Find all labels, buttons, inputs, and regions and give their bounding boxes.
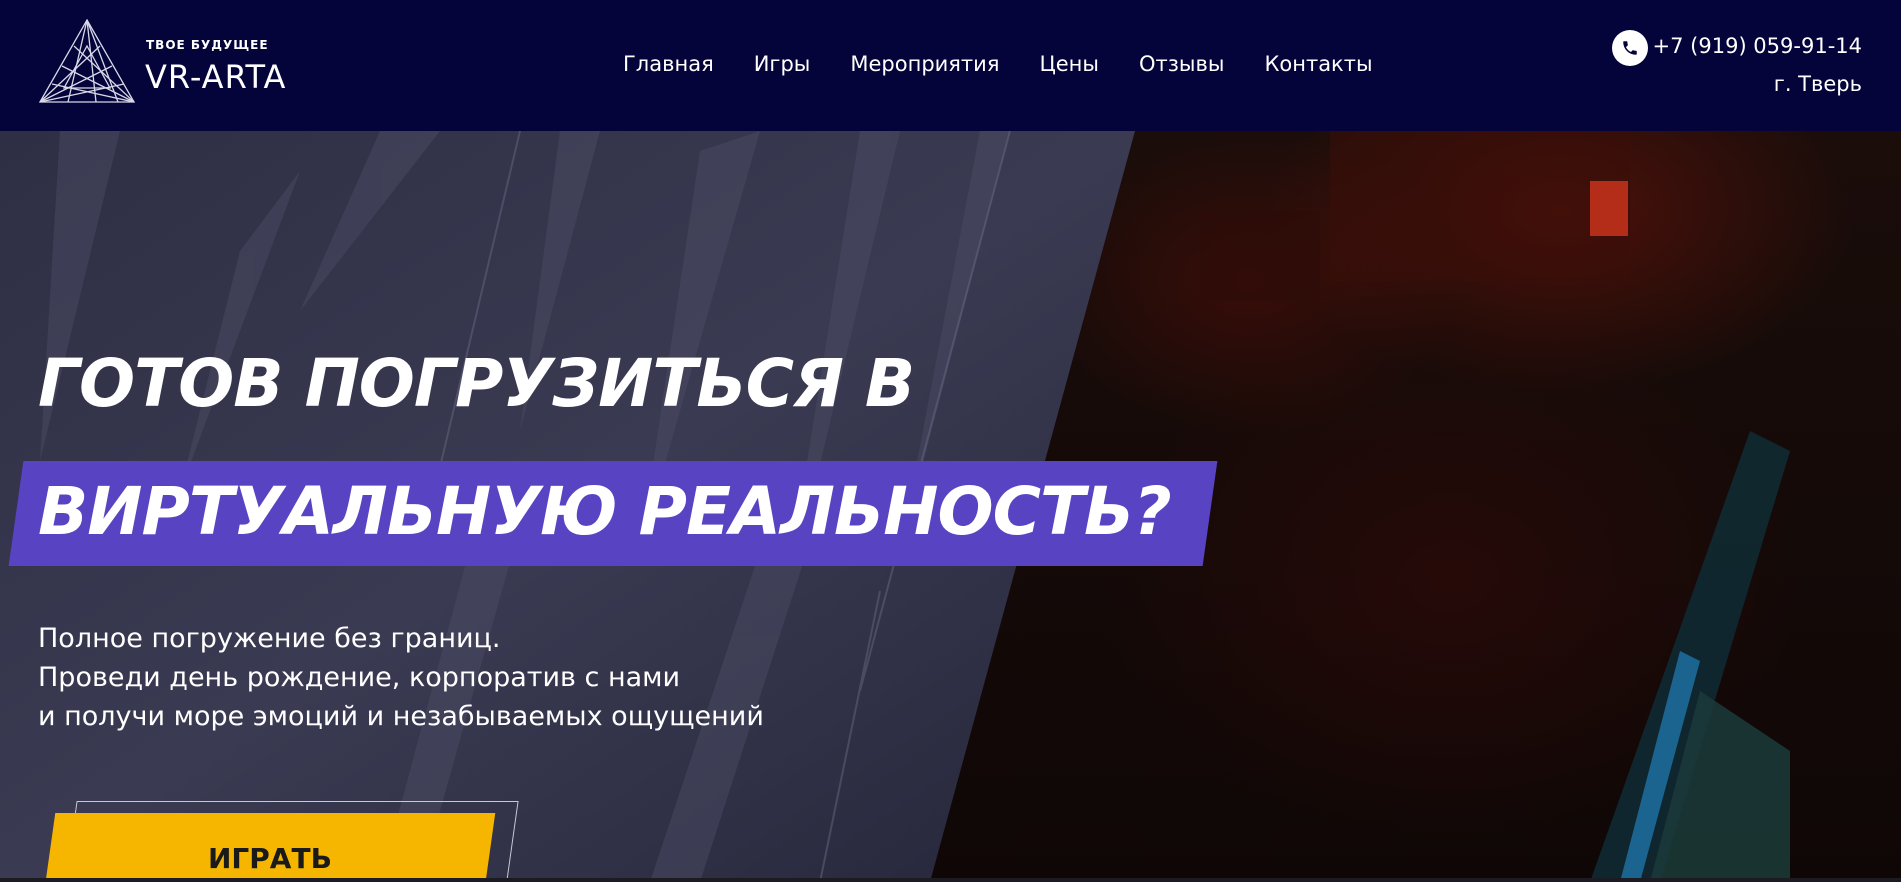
main-nav: Главная Игры Мероприятия Цены Отзывы Кон… <box>623 50 1373 80</box>
hero-subtitle-line: и получи море эмоций и незабываемых ощущ… <box>38 701 764 732</box>
phone-number[interactable]: +7 (919) 059-91-14 <box>1653 34 1862 58</box>
city-label: г. Тверь <box>1773 72 1862 96</box>
hero-subtitle: Полное погружение без границ. Проведи де… <box>38 619 764 736</box>
nav-item-reviews[interactable]: Отзывы <box>1139 50 1224 80</box>
phone-icon[interactable] <box>1612 30 1648 66</box>
hero-headline-line2: ВИРТУАЛЬНУЮ РЕАЛЬНОСТЬ? <box>38 473 1172 550</box>
logo[interactable]: ТВОЕ БУДУЩЕЕ VR-ARTA <box>38 18 328 106</box>
site-header: ТВОЕ БУДУЩЕЕ VR-ARTA Главная Игры Меропр… <box>0 0 1901 131</box>
logo-tagline: ТВОЕ БУДУЩЕЕ <box>146 38 269 52</box>
play-button-label: ИГРАТЬ <box>208 842 332 875</box>
hero-subtitle-line: Проведи день рождение, корпоратив с нами <box>38 662 681 693</box>
logo-triangle-icon <box>38 18 136 103</box>
contact-block: +7 (919) 059-91-14 г. Тверь <box>1612 28 1862 108</box>
nav-item-events[interactable]: Мероприятия <box>850 50 999 80</box>
bottom-strip <box>0 878 1901 882</box>
hero-subtitle-line: Полное погружение без границ. <box>38 623 501 654</box>
nav-item-games[interactable]: Игры <box>754 50 811 80</box>
logo-name: VR-ARTA <box>145 58 287 96</box>
play-button[interactable]: ИГРАТЬ <box>44 813 496 882</box>
nav-item-home[interactable]: Главная <box>623 50 714 80</box>
nav-item-contacts[interactable]: Контакты <box>1264 50 1372 80</box>
nav-item-prices[interactable]: Цены <box>1039 50 1099 80</box>
hero-section: ГОТОВ ПОГРУЗИТЬСЯ В ВИРТУАЛЬНУЮ РЕАЛЬНОС… <box>0 131 1901 882</box>
hero-headline-line1: ГОТОВ ПОГРУЗИТЬСЯ В <box>38 345 915 422</box>
